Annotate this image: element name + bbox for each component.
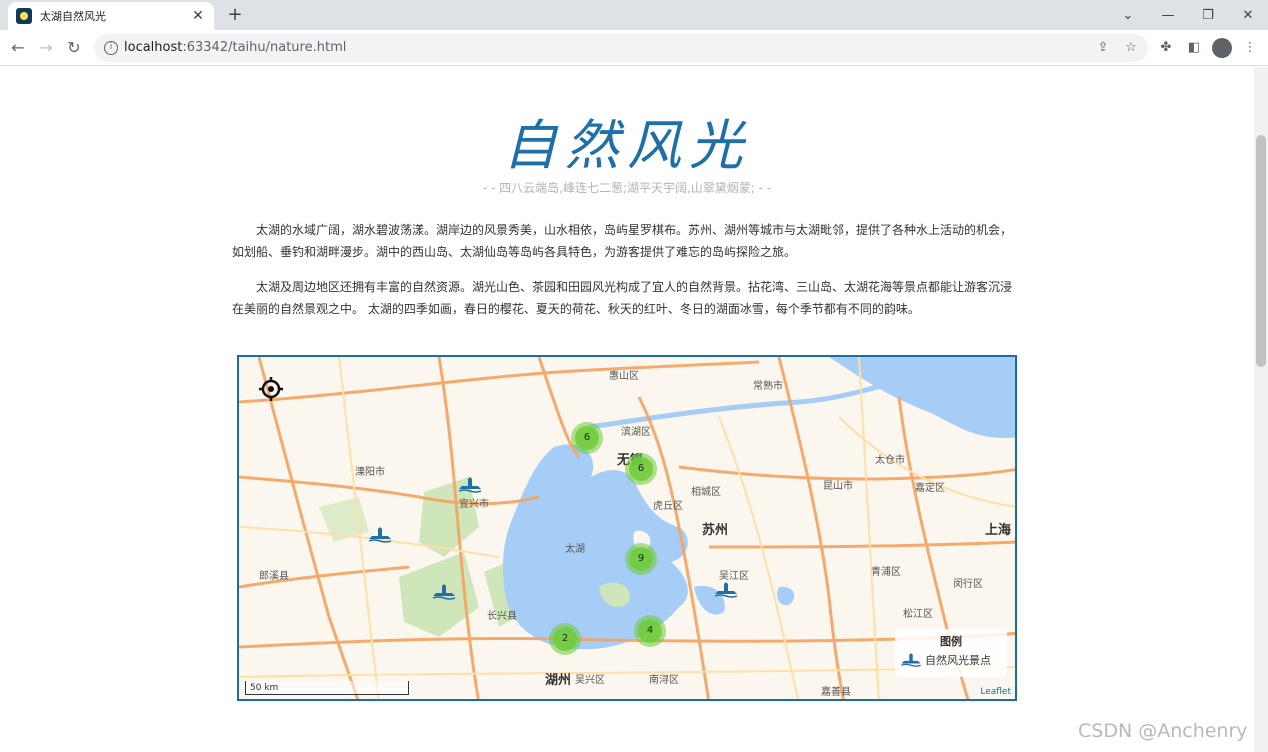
paragraph-1: 太湖的水域广阔，湖水碧波荡漾。湖岸边的风景秀美，山水相依，岛屿星罗棋布。苏州、湖… xyxy=(232,223,1013,259)
side-panel-icon[interactable]: ◧ xyxy=(1184,38,1204,58)
window-close-icon[interactable]: ✕ xyxy=(1228,0,1268,30)
back-icon[interactable]: ← xyxy=(6,36,30,60)
map-label-huishan: 惠山区 xyxy=(609,371,639,382)
map-label-lake: 太湖 xyxy=(565,544,585,555)
map-label-shanghai: 上海 xyxy=(985,523,1012,538)
tab-title: 太湖自然风光 xyxy=(40,10,106,23)
address-bar[interactable]: i localhost:63342/taihu/nature.html ⇪ ☆ xyxy=(94,34,1148,62)
map-label-liyang: 溧阳市 xyxy=(355,467,385,478)
reload-icon[interactable]: ↻ xyxy=(62,36,86,60)
browser-tab[interactable]: 太湖自然风光 ✕ xyxy=(8,2,214,30)
legend-item-label: 自然风光景点 xyxy=(925,654,991,667)
marker-cluster[interactable]: 4 xyxy=(634,615,666,647)
browser-tab-bar: 太湖自然风光 ✕ + ⌄ — ❐ ✕ xyxy=(0,0,1268,30)
scenic-spot-legend-icon xyxy=(901,653,921,667)
page-scrollbar[interactable] xyxy=(1254,67,1268,752)
scenic-spot-marker-icon[interactable] xyxy=(369,527,391,543)
tab-search-icon[interactable]: ⌄ xyxy=(1108,0,1148,30)
restore-icon[interactable]: ❐ xyxy=(1188,0,1228,30)
scrollbar-thumb[interactable] xyxy=(1256,135,1266,367)
map-label-minhang: 闵行区 xyxy=(953,579,983,590)
map-label-wuxing: 吴兴区 xyxy=(575,675,605,686)
bookmark-star-icon[interactable]: ☆ xyxy=(1122,39,1140,57)
locate-icon[interactable] xyxy=(259,377,283,401)
legend-title: 图例 xyxy=(940,635,962,648)
map-label-huqiu: 虎丘区 xyxy=(653,501,683,512)
browser-toolbar: ← → ↻ i localhost:63342/taihu/nature.htm… xyxy=(0,30,1268,66)
map-label-langxi: 郎溪县 xyxy=(259,571,289,582)
marker-cluster[interactable]: 6 xyxy=(625,453,657,485)
new-tab-button[interactable]: + xyxy=(224,4,246,26)
map-label-binhu: 滨湖区 xyxy=(621,427,651,438)
map-label-huzhou: 湖州 xyxy=(545,673,572,688)
map-container[interactable]: 太湖 苏州 上海 湖州 无锡 溧阳市 宜兴市 郎溪县 常熟市 昆山市 吴江区 相… xyxy=(237,355,1017,701)
tab-close-icon[interactable]: ✕ xyxy=(190,8,206,24)
map-label-changshu: 常熟市 xyxy=(753,381,783,392)
page-content: 自然风光 - - 四八云端岛,峰连七二葱;湖平天宇阔,山翠黛烟蒙; - - 太湖… xyxy=(0,67,1254,752)
scenic-spot-marker-icon[interactable] xyxy=(715,582,737,598)
forward-icon[interactable]: → xyxy=(34,36,58,60)
minimize-icon[interactable]: — xyxy=(1148,0,1188,30)
scenic-spot-marker-icon[interactable] xyxy=(433,584,455,600)
map-attribution-link[interactable]: Leaflet xyxy=(980,687,1011,697)
url-text[interactable]: localhost:63342/taihu/nature.html xyxy=(124,40,346,55)
map-label-jiashan: 嘉善县 xyxy=(821,687,851,698)
map-label-nanxun: 南浔区 xyxy=(649,675,679,686)
map-label-taicang: 太仓市 xyxy=(875,455,905,466)
marker-cluster[interactable]: 9 xyxy=(625,543,657,575)
favicon-icon xyxy=(16,8,32,24)
share-icon[interactable]: ⇪ xyxy=(1094,39,1112,57)
page-subtitle: - - 四八云端岛,峰连七二葱;湖平天宇阔,山翠黛烟蒙; - - xyxy=(482,181,772,195)
paragraph-2: 太湖及周边地区还拥有丰富的自然资源。湖光山色、茶园和田园风光构成了宜人的自然背景… xyxy=(232,280,1013,316)
profile-avatar[interactable] xyxy=(1212,38,1232,58)
map-scale: 50 km xyxy=(245,681,409,695)
map-legend: 图例 自然风光景点 xyxy=(895,629,1007,677)
extensions-icon[interactable]: ✤ xyxy=(1156,38,1176,58)
map-label-xiangcheng: 相城区 xyxy=(691,487,721,498)
map-label-yixing: 宜兴市 xyxy=(459,499,489,510)
map-label-jiading: 嘉定区 xyxy=(915,483,945,494)
info-icon[interactable]: i xyxy=(104,41,118,55)
marker-cluster[interactable]: 6 xyxy=(571,422,603,454)
scenic-spot-marker-icon[interactable] xyxy=(459,477,481,493)
page-title: 自然风光 xyxy=(503,114,751,177)
marker-cluster[interactable]: 2 xyxy=(549,623,581,655)
map-label-suzhou: 苏州 xyxy=(702,523,729,538)
map-label-changxing: 长兴县 xyxy=(487,611,517,622)
watermark: CSDN @Anchenry xyxy=(1078,720,1248,742)
map-label-qingpu: 青浦区 xyxy=(871,567,901,578)
map-label-wujiang: 吴江区 xyxy=(719,571,749,582)
map-label-kunshan: 昆山市 xyxy=(823,481,853,492)
menu-icon[interactable]: ⋮ xyxy=(1240,38,1260,58)
map-label-songjiang: 松江区 xyxy=(903,609,933,620)
